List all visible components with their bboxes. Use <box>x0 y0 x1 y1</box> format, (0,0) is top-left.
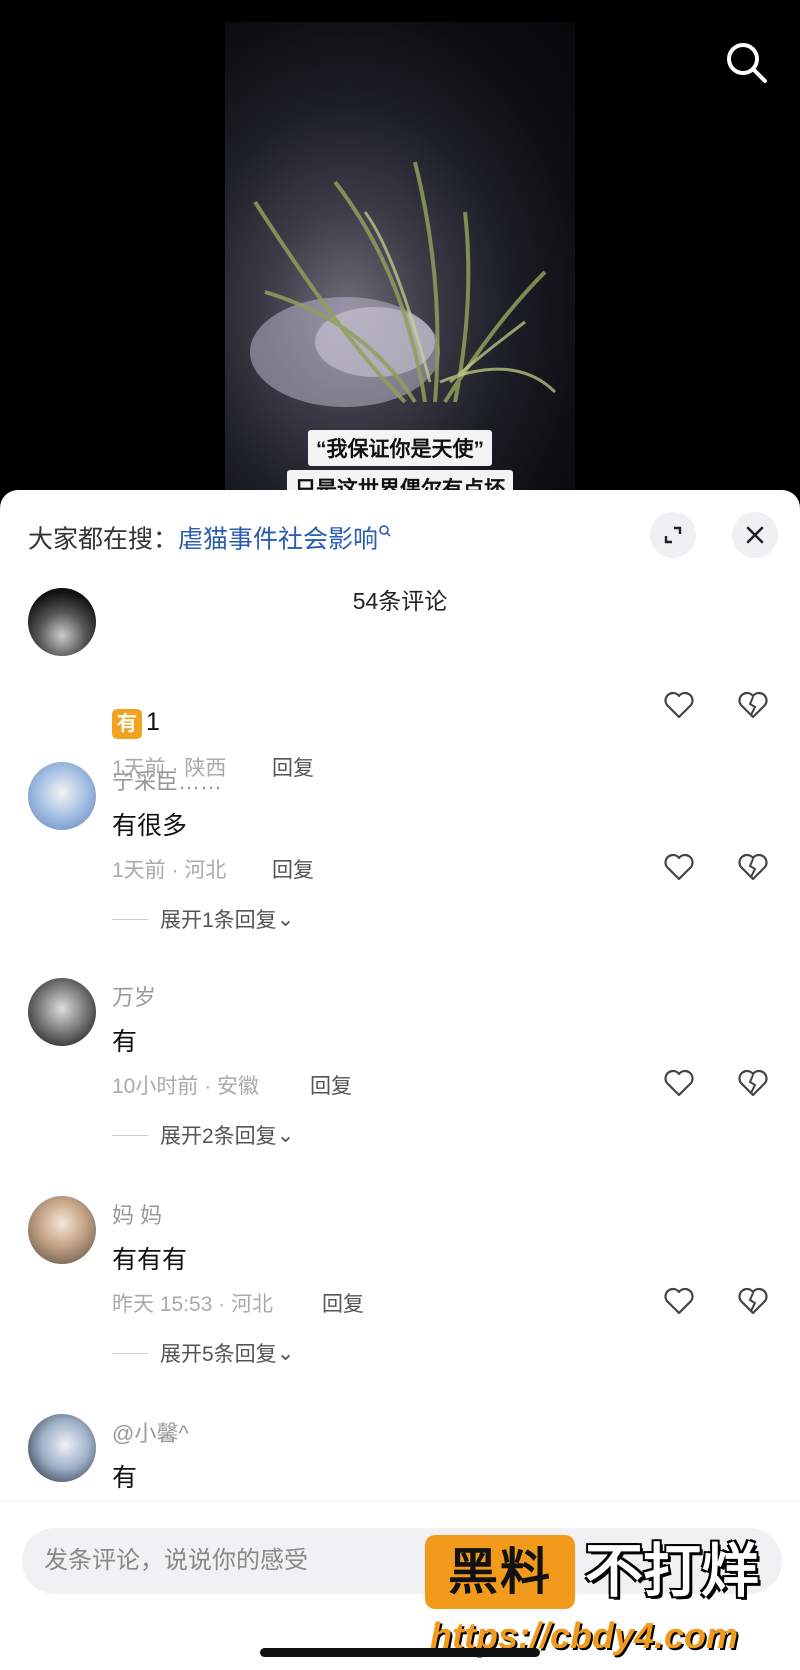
comment-text: 有1 <box>112 708 160 739</box>
expand-replies-button[interactable]: 展开1条回复 ⌄ <box>112 904 294 934</box>
expand-replies-button[interactable]: 展开2条回复 ⌄ <box>112 1120 294 1150</box>
search-suggestion-link[interactable]: 虐猫事件社会影响 <box>178 525 378 553</box>
comment-meta: 昨天 15:53 · 河北 <box>112 1293 274 1316</box>
input-divider <box>0 1500 800 1530</box>
watermark-text: 不打烊 <box>585 1539 760 1604</box>
comment-meta: 1天前 · 河北 <box>112 859 227 882</box>
comment-username[interactable]: 妈 妈 <box>112 1198 162 1230</box>
close-button[interactable] <box>732 512 778 558</box>
mini-search-icon <box>378 516 392 545</box>
expand-replies-label: 展开2条回复 <box>160 1125 277 1148</box>
avatar[interactable] <box>28 1414 96 1482</box>
video-frame[interactable]: “我保证你是天使” 只是这世界偶尔有点坏 <box>225 22 575 500</box>
avatar[interactable] <box>28 1196 96 1264</box>
reply-button[interactable]: 回复 <box>322 1288 364 1318</box>
chevron-down-icon: ⌄ <box>276 907 295 931</box>
reply-button[interactable]: 回复 <box>310 1070 352 1100</box>
like-icon[interactable] <box>662 850 696 884</box>
video-scene-illustration <box>250 161 557 407</box>
comment-username[interactable]: 万岁 <box>112 980 156 1012</box>
dislike-icon[interactable] <box>736 850 770 884</box>
video-player[interactable]: “我保证你是天使” 只是这世界偶尔有点坏 <box>0 0 800 500</box>
comment-username[interactable]: @小馨^ <box>112 1416 189 1448</box>
comment-text-value: 1 <box>146 708 160 736</box>
watermark-badge: 黑料 <box>425 1535 575 1609</box>
divider <box>112 918 148 920</box>
comment-sheet: 大家都在搜：虐猫事件社会影响 54条评论 有1 1天前 · 陕西 回复 宁采臣…… <box>0 490 800 1670</box>
comment-username[interactable]: 宁采臣…… <box>112 764 222 796</box>
avatar[interactable] <box>28 978 96 1046</box>
expand-replies-label: 展开1条回复 <box>160 909 277 932</box>
comment-text: 有很多 <box>112 812 188 840</box>
chevron-down-icon: ⌄ <box>276 1123 295 1147</box>
home-indicator <box>260 1648 540 1657</box>
expand-replies-label: 展开5条回复 <box>160 1343 277 1366</box>
dislike-icon[interactable] <box>736 688 770 722</box>
divider <box>112 1352 148 1354</box>
search-icon[interactable] <box>722 38 772 88</box>
expand-replies-button[interactable]: 展开5条回复 ⌄ <box>112 1338 294 1368</box>
dislike-icon[interactable] <box>736 1066 770 1100</box>
divider <box>112 1134 148 1136</box>
dislike-icon[interactable] <box>736 1284 770 1318</box>
like-icon[interactable] <box>662 1284 696 1318</box>
comment-text: 有有有 <box>112 1246 188 1274</box>
emoji-badge: 有 <box>112 709 142 739</box>
chevron-down-icon: ⌄ <box>276 1341 295 1365</box>
comment-text: 有 <box>112 1464 138 1492</box>
comment-meta: 10小时前 · 安徽 <box>112 1075 260 1098</box>
like-icon[interactable] <box>662 688 696 722</box>
reply-button[interactable]: 回复 <box>272 854 314 884</box>
comment-text: 有 <box>112 1028 138 1056</box>
search-suggestion[interactable]: 大家都在搜：虐猫事件社会影响 <box>28 516 392 555</box>
expand-icon <box>664 526 682 544</box>
video-subtitle-line-1: “我保证你是天使” <box>308 430 492 466</box>
avatar[interactable] <box>28 762 96 830</box>
reply-button[interactable]: 回复 <box>272 752 314 782</box>
search-suggestion-prefix: 大家都在搜： <box>28 525 179 554</box>
expand-sheet-button[interactable] <box>650 512 696 558</box>
close-icon <box>746 526 764 544</box>
avatar[interactable] <box>28 588 96 656</box>
watermark: 黑料 不打烊 https://cbdy4.com <box>425 1535 795 1665</box>
like-icon[interactable] <box>662 1066 696 1100</box>
